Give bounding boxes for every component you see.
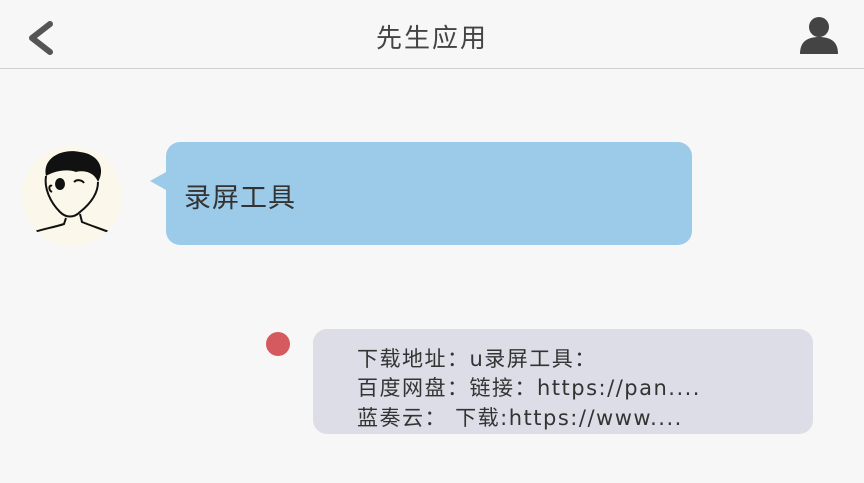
page-title: 先生应用 — [375, 24, 488, 54]
top-bar: 先生应用 — [0, 0, 864, 69]
profile-button[interactable] — [798, 14, 840, 56]
message-line-download: 下载地址：u录屏工具： — [357, 347, 597, 371]
user-silhouette-icon — [800, 17, 838, 54]
message-text: 录屏工具 — [184, 183, 296, 214]
contact-avatar[interactable] — [22, 146, 122, 246]
sketch-face-avatar — [23, 151, 115, 237]
incoming-message-bubble[interactable]: 录屏工具 — [150, 142, 692, 245]
outgoing-message-bubble[interactable]: 下载地址：u录屏工具： 百度网盘：链接：https://pan.... 蓝奏云：… — [313, 329, 813, 434]
message-line-lanzou: 蓝奏云： 下载:https://www.... — [357, 406, 683, 430]
message-line-baidu: 百度网盘：链接：https://pan.... — [357, 376, 701, 400]
message-status-dot — [266, 332, 290, 356]
